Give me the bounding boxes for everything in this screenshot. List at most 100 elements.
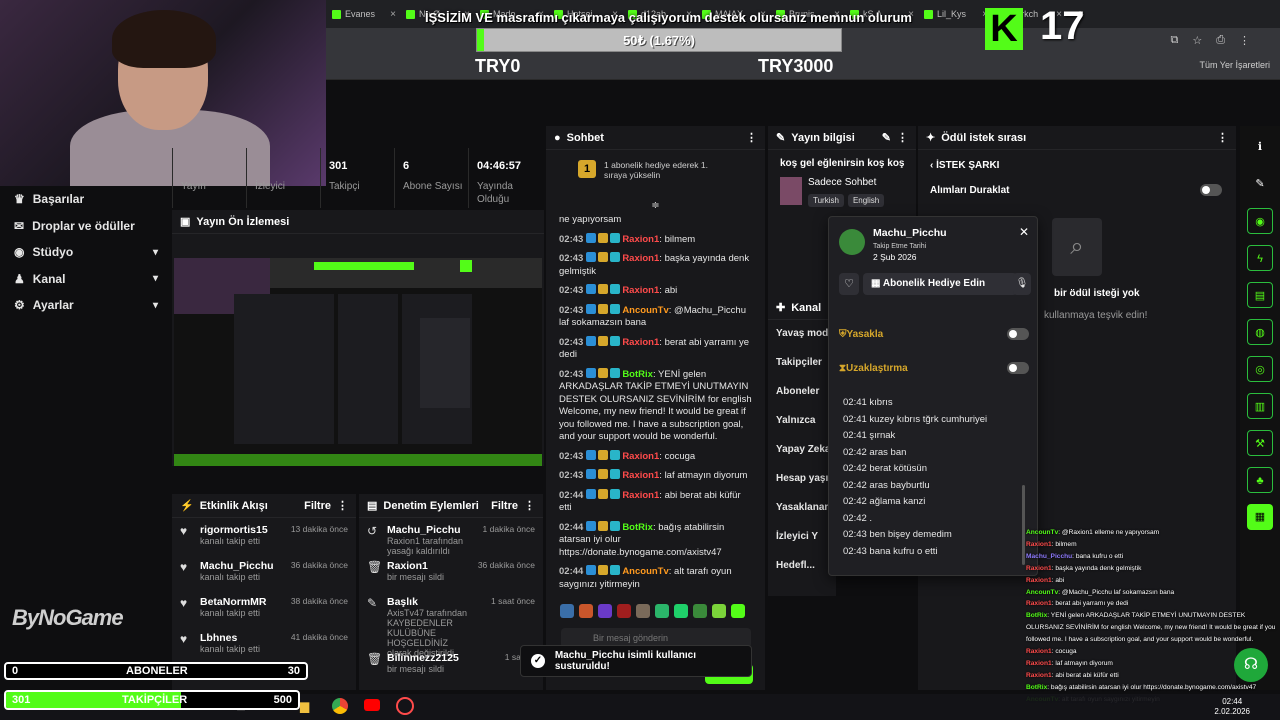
moderation-item[interactable]: ✎ Başlık AxisTv47 tarafından KAYBEDENLER K…	[359, 590, 543, 658]
more-icon[interactable]: ⋮	[524, 499, 535, 512]
user-name[interactable]: Machu_Picchu	[873, 227, 947, 239]
sidebar-item-label: Droplar ve ödüller	[32, 218, 135, 233]
emote-icon[interactable]	[731, 604, 745, 618]
info-icon[interactable]: ℹ	[1247, 134, 1273, 160]
activity-item[interactable]: ♥ rigormortis15 kanalı takip etti 13 dakika…	[172, 518, 356, 554]
channel-setting-row[interactable]: Yavaş mod	[768, 320, 836, 349]
emote-icon[interactable]	[693, 604, 707, 618]
channel-setting-row[interactable]: Aboneler	[768, 378, 836, 407]
sidebar-item[interactable]: ♛ Başarılar	[0, 186, 172, 213]
moderation-item[interactable]: 🗑Bilinmezz2125bir mesajı sildi1 saat ö	[359, 646, 543, 682]
sidebar-item[interactable]: ✉ Droplar ve ödüller	[0, 213, 172, 240]
extension-icon[interactable]: ⧉	[1170, 34, 1178, 47]
pinned-gift[interactable]: 1 1 abonelik hediye ederek 1. sıraya yük…	[546, 150, 765, 200]
sidebar-item[interactable]: ♟ Kanal ▾	[0, 266, 172, 293]
channel-setting-row[interactable]: Yalnızca	[768, 407, 836, 436]
stream-tag[interactable]: Turkish	[808, 194, 844, 207]
more-icon[interactable]: ⋮	[746, 131, 757, 144]
browser-tab[interactable]: Lil_Kys×	[920, 2, 992, 26]
stream-tag[interactable]: English	[847, 194, 885, 207]
system-clock[interactable]: 02:44 2.02.2026	[1214, 697, 1250, 717]
obs-icon[interactable]	[396, 697, 414, 715]
all-bookmarks[interactable]: Tüm Yer İşaretleri	[1199, 60, 1270, 70]
list-icon[interactable]: ▤	[1247, 282, 1273, 308]
menu-icon[interactable]: ⋮	[1239, 34, 1250, 47]
edit-icon[interactable]: ✎	[882, 131, 891, 144]
chat-message[interactable]: 02:43 Raxion1: cocuga	[546, 449, 765, 470]
activity-item[interactable]: ♥ Lbhnes kanalı takip etti 41 dakika önce	[172, 626, 356, 662]
chevron-down-icon[interactable]: ▾	[153, 247, 158, 258]
pause-toggle[interactable]	[1200, 184, 1222, 196]
chat-message[interactable]: 02:43 Raxion1: laf atmayın diyorum	[546, 469, 765, 489]
sidebar-item[interactable]: ◉ Stüdyo ▾	[0, 239, 172, 266]
close-icon[interactable]: ×	[390, 9, 396, 20]
bookmark-icon[interactable]: ☆	[1192, 34, 1202, 47]
chat-message[interactable]: 02:43 Raxion1: başka yayında denk gelmişt…	[546, 252, 765, 284]
moderation-item[interactable]: 🗑 Raxion1 bir mesajı sildi 36 dakika önce	[359, 554, 543, 590]
activity-user: Lbhnes	[200, 632, 238, 644]
emote-icon[interactable]	[712, 604, 726, 618]
chat-message[interactable]: 02:43 Raxion1: abi	[546, 284, 765, 304]
broadcast-icon[interactable]: ◎	[1247, 356, 1273, 382]
more-icon[interactable]: ⋮	[897, 131, 908, 144]
back-button[interactable]: ‹ İSTEK ŞARKI	[918, 150, 1236, 180]
print-icon[interactable]: ⎙	[1216, 34, 1225, 47]
chevron-down-icon[interactable]: ▾	[153, 273, 158, 284]
emote-icon[interactable]	[560, 604, 574, 618]
chat-message[interactable]: 02:43 AncounTv: @Machu_Picchu laf sokamaz…	[546, 303, 765, 336]
stat-label: Abone Sayısı	[403, 181, 463, 192]
more-icon[interactable]: ⋮	[337, 499, 348, 512]
browser-tab[interactable]: Evanes ×	[328, 2, 400, 26]
chat-message[interactable]: 02:43 Raxion1: berat abi yarramı ye dedi	[546, 335, 765, 368]
chat-message[interactable]: 02:44 Raxion1: abi berat abi küfür etti	[546, 488, 765, 521]
ban-toggle[interactable]	[1007, 328, 1029, 340]
chat-message[interactable]: 02:44 AncounTv: alt tarafı oyun saygınızı…	[546, 565, 765, 597]
channel-setting-row[interactable]: Yapay Zeka Denetimi	[768, 436, 836, 465]
moderation-filter-button[interactable]: Filtre	[491, 500, 518, 512]
wrench-icon[interactable]: ⚒	[1247, 430, 1273, 456]
youtube-icon[interactable]	[364, 699, 380, 711]
camera-icon[interactable]: ◉	[1247, 208, 1273, 234]
emote-icon[interactable]	[617, 604, 631, 618]
more-icon[interactable]: ⋮	[1217, 131, 1228, 144]
tab-favicon-icon	[406, 9, 415, 19]
moderation-item[interactable]: ↺ Machu_Picchu Raxion1 tarafından yasağı k…	[359, 518, 543, 556]
pencil-icon[interactable]: ✎	[1247, 171, 1273, 197]
channel-setting-row[interactable]: Takipçiler	[768, 349, 836, 378]
chrome-icon[interactable]	[332, 698, 348, 714]
channel-setting-row[interactable]: Yasaklanan	[768, 494, 836, 523]
layers-icon[interactable]: ▥	[1247, 393, 1273, 419]
channel-setting-row[interactable]: İzleyici Y	[768, 523, 836, 552]
chat-bubble-icon[interactable]: ◍	[1247, 319, 1273, 345]
channel-setting-row[interactable]: Hedefl...	[768, 552, 836, 581]
sidebar-item[interactable]: ⚙ Ayarlar ▾	[0, 292, 172, 319]
chat-message[interactable]: 02:43 Raxion1: bilmem	[546, 232, 765, 253]
emote-icon[interactable]	[579, 604, 593, 618]
activity-item[interactable]: ♥ BetaNormMR kanalı takip etti 38 dakika ön…	[172, 590, 356, 626]
chat-message[interactable]: 02:43 BotRix: YENİ gelen ARKADAŞLAR TAKİP…	[546, 367, 765, 450]
channel-setting-row[interactable]: Hesap yaşı	[768, 465, 836, 494]
gift-subscription-button[interactable]: ▦ Abonelik Hediye Edin	[863, 273, 1017, 295]
badge-icon	[586, 449, 597, 460]
activity-filter-button[interactable]: Filtre	[304, 500, 331, 512]
mic-icon[interactable]: 🎙	[1013, 273, 1031, 295]
timeout-toggle[interactable]	[1007, 362, 1029, 374]
close-icon[interactable]: ✕	[1019, 225, 1029, 239]
kick-logo: K	[985, 8, 1023, 50]
heart-icon[interactable]: ♡	[839, 273, 859, 295]
scroll-indicator-icon[interactable]: ≑	[546, 200, 765, 214]
lightning-icon[interactable]: ϟ	[1247, 245, 1273, 271]
emote-icon[interactable]	[598, 604, 612, 618]
log-scrollbar[interactable]	[1022, 485, 1025, 565]
users-icon[interactable]: ♣	[1247, 467, 1273, 493]
emote-icon[interactable]	[636, 604, 650, 618]
emote-icon[interactable]	[655, 604, 669, 618]
stream-preview-image[interactable]	[174, 258, 542, 466]
help-icon[interactable]: ☊	[1234, 648, 1268, 682]
activity-item[interactable]: ♥ Machu_Picchu kanalı takip etti 36 dakika …	[172, 554, 356, 590]
emote-icon[interactable]	[674, 604, 688, 618]
chat-message[interactable]: 02:44 BotRix: bağış atabilirsin atarsan i…	[546, 520, 765, 566]
chat-time: 02:43	[559, 304, 584, 316]
chevron-down-icon[interactable]: ▾	[153, 300, 158, 311]
folder-icon[interactable]: ▆	[300, 699, 309, 713]
